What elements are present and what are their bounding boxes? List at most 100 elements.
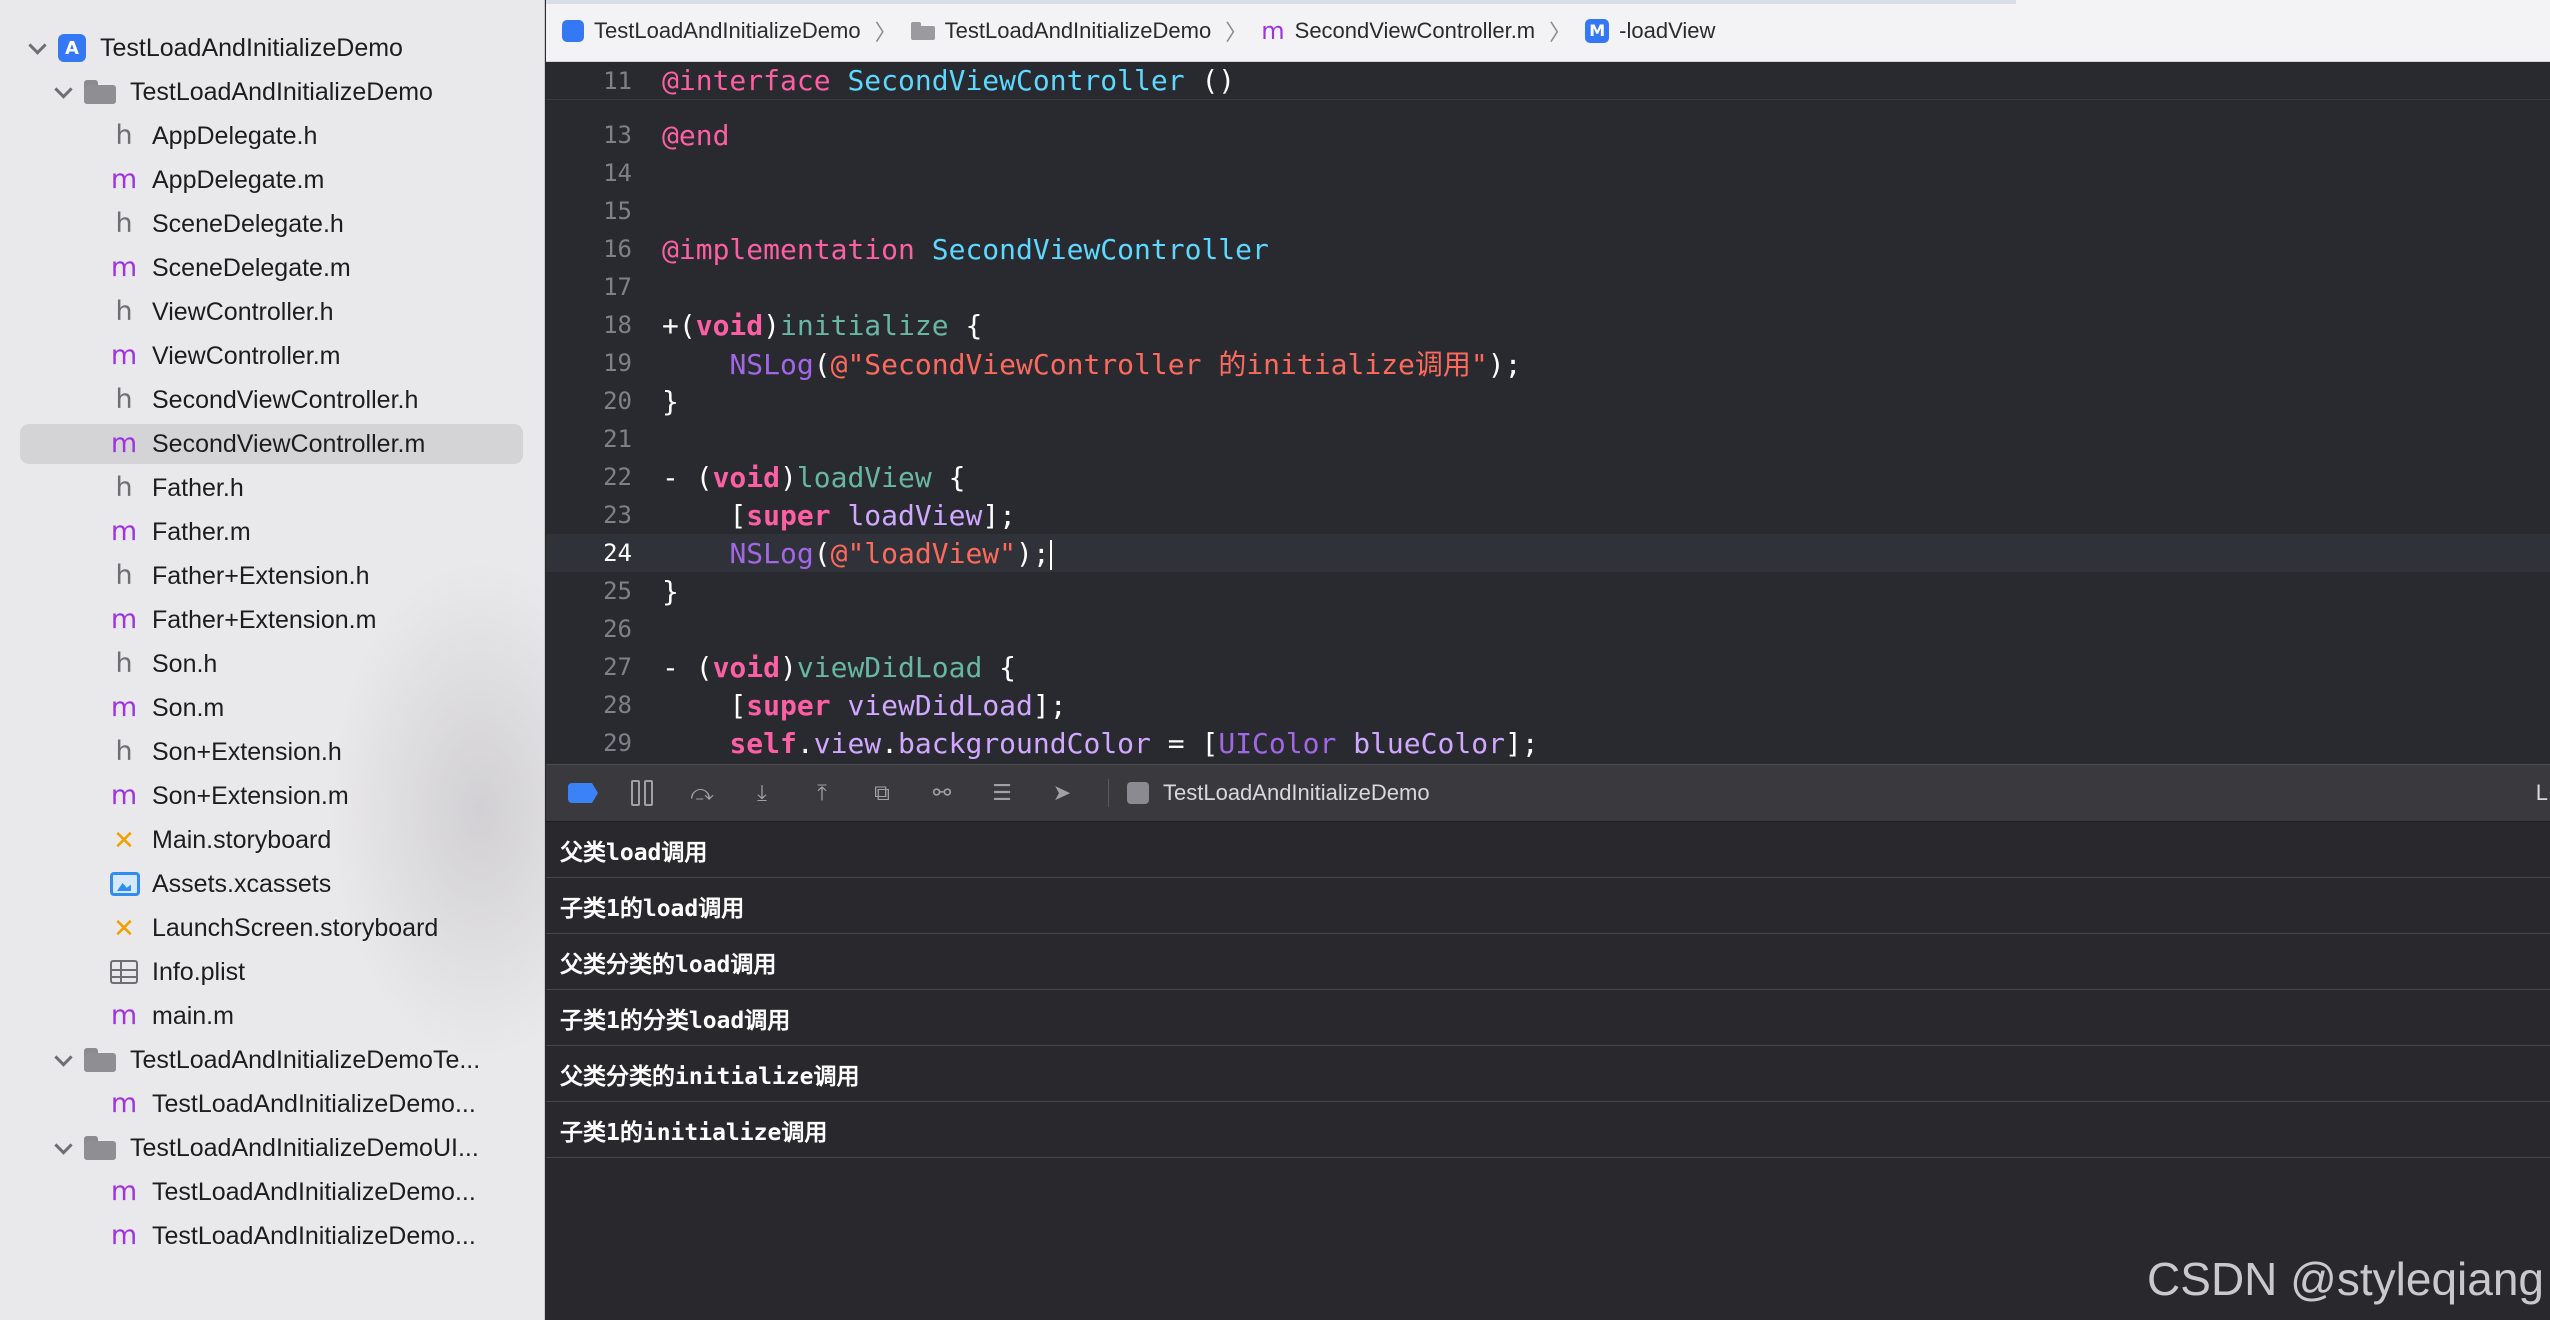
tree-group-main[interactable]: TestLoadAndInitializeDemo [52,72,433,112]
sticky-header-line[interactable]: 11 @interface SecondViewController () [546,62,2550,100]
tree-item-label: Son.m [152,693,225,722]
objc-implementation-file-icon: m [110,780,138,811]
console-line: 父类load调用 [546,822,2550,878]
tree-item-file[interactable]: h Son+Extension.h [110,732,341,772]
tree-item-file[interactable]: ✕ LaunchScreen.storyboard [110,908,438,948]
tree-item-file[interactable]: h Father.h [110,468,244,508]
code-line[interactable]: 29 self.view.backgroundColor = [UIColor … [546,724,2550,762]
code-line[interactable]: 13 @end [546,116,2550,154]
chevron-down-icon[interactable] [26,37,48,59]
code-line[interactable]: 27 - (void)viewDidLoad { [546,648,2550,686]
tree-item-label: Son.h [152,649,218,678]
tree-item-file[interactable]: m main.m [110,996,234,1036]
xcode-project-icon: A [58,34,86,62]
objc-implementation-file-icon: m [110,1176,138,1207]
breadcrumb-label: TestLoadAndInitializeDemo [594,17,861,43]
app-target-icon [1127,782,1149,804]
tree-item-file[interactable]: h ViewController.h [110,292,333,332]
header-file-icon: h [115,120,133,151]
debug-console[interactable]: 父类load调用 子类1的load调用 父类分类的load调用 子类1的分类lo… [546,822,2550,1320]
breadcrumb-label: -loadView [1619,17,1716,43]
tree-group-tests[interactable]: TestLoadAndInitializeDemoTe... [52,1040,480,1080]
header-file-icon: h [115,384,133,415]
tree-item-file[interactable]: m AppDelegate.m [110,160,324,200]
tree-item-file[interactable]: m Son.m [110,688,224,728]
tree-item-label: Father+Extension.m [152,605,377,634]
code-line[interactable]: 23 [super loadView]; [546,496,2550,534]
code-line[interactable]: 17 [546,268,2550,306]
tree-item-file[interactable]: m Father.m [110,512,251,552]
breadcrumb-label: TestLoadAndInitializeDemo [944,17,1212,43]
tree-item-label: SceneDelegate.m [152,253,351,282]
tree-group-uitests[interactable]: TestLoadAndInitializeDemoUI... [52,1128,479,1168]
code-line[interactable]: 21 [546,420,2550,458]
code-line[interactable]: 26 [546,610,2550,648]
code-line[interactable]: 14 [546,154,2550,192]
chevron-down-icon[interactable] [52,1049,74,1071]
current-code-line[interactable]: 24 NSLog(@"loadView"); [546,534,2550,572]
header-file-icon: h [115,648,133,679]
chevron-right-icon: 〉 [1549,19,1572,45]
tree-item-file[interactable]: ✕ Main.storyboard [110,820,331,860]
tree-item-file[interactable]: h Son.h [110,644,217,684]
step-out-icon[interactable]: ⤒ [808,779,836,807]
code-line[interactable]: 16 @implementation SecondViewController [546,230,2550,268]
breadcrumb-method[interactable]: M -loadView [1585,18,1715,44]
tree-item-tests-file[interactable]: m TestLoadAndInitializeDemo... [110,1084,476,1124]
chevron-down-icon[interactable] [52,1137,74,1159]
code-text: @implementation SecondViewController [662,232,1269,266]
code-line[interactable]: 22 - (void)loadView { [546,458,2550,496]
tree-item-file[interactable]: m SceneDelegate.m [110,248,351,288]
tree-item-label: SecondViewController.m [152,429,426,458]
tree-item-file[interactable]: h AppDelegate.h [110,116,317,156]
tree-item-label: Son+Extension.m [152,781,349,810]
code-text: - (void)viewDidLoad { [662,650,1017,684]
memory-graph-icon[interactable]: ⚯ [928,779,956,807]
tree-item-file[interactable]: m Father+Extension.m [110,600,377,640]
simulate-location-icon[interactable]: ➤ [1048,779,1076,807]
objc-implementation-file-icon: m [110,1088,138,1119]
view-hierarchy-icon[interactable]: ⧉ [868,779,896,807]
breadcrumb-project[interactable]: TestLoadAndInitializeDemo [562,18,861,44]
tree-item-label: TestLoadAndInitializeDemo... [152,1221,476,1250]
debug-right-label: L [2535,780,2548,805]
tree-item-project[interactable]: A TestLoadAndInitializeDemo [26,28,403,68]
pause-icon[interactable] [628,779,656,807]
code-line[interactable]: 25 } [546,572,2550,610]
code-line[interactable]: 15 [546,192,2550,230]
code-line[interactable]: 18 +(void)initialize { [546,306,2550,344]
tree-item-file[interactable]: h Father+Extension.h [110,556,369,596]
breadcrumb-folder[interactable]: TestLoadAndInitializeDemo [910,17,1212,44]
tree-item-label: TestLoadAndInitializeDemoTe... [130,1045,481,1074]
console-line: 子类1的initialize调用 [546,1102,2550,1158]
tree-item-file[interactable]: Assets.xcassets [110,864,331,904]
tree-item-file[interactable]: m ViewController.m [110,336,341,376]
objc-implementation-file-icon: m [110,604,138,635]
toolbar-divider [1108,779,1109,807]
chevron-down-icon[interactable] [52,81,74,103]
folder-icon [84,80,116,104]
folder-icon [84,1048,116,1072]
code-line[interactable]: 28 [super viewDidLoad]; [546,686,2550,724]
step-over-icon[interactable]: ⤼ [688,779,716,807]
step-into-icon[interactable]: ⤓ [748,779,776,807]
tree-item-label: TestLoadAndInitializeDemo... [152,1089,476,1118]
debug-toolbar: ⤼ ⤓ ⤒ ⧉ ⚯ ☰ ➤ TestLoadAndInitializeDemo … [546,764,2550,822]
tree-item-label: Father.h [152,473,244,502]
tree-item-file[interactable]: Info.plist [110,952,245,992]
code-line[interactable]: 20 } [546,382,2550,420]
debug-target-label[interactable]: TestLoadAndInitializeDemo [1163,780,1430,806]
breadcrumb-file[interactable]: m SecondViewController.m [1261,17,1535,45]
breakpoints-toggle-icon[interactable] [568,783,598,803]
source-editor[interactable]: 11 @interface SecondViewController () 12… [546,62,2550,764]
code-text: @interface SecondViewController () [662,64,1236,97]
line-number: 16 [603,235,632,263]
environment-overrides-icon[interactable]: ☰ [988,779,1016,807]
tree-item-uitests-file[interactable]: m TestLoadAndInitializeDemo... [110,1216,476,1256]
tree-item-file[interactable]: h SceneDelegate.h [110,204,343,244]
tree-item-file-selected[interactable]: m SecondViewController.m [20,424,523,464]
code-line[interactable]: 19 NSLog(@"SecondViewController 的initial… [546,344,2550,382]
tree-item-uitests-file[interactable]: m TestLoadAndInitializeDemo... [110,1172,476,1212]
tree-item-file[interactable]: h SecondViewController.h [110,380,418,420]
tree-item-file[interactable]: m Son+Extension.m [110,776,349,816]
